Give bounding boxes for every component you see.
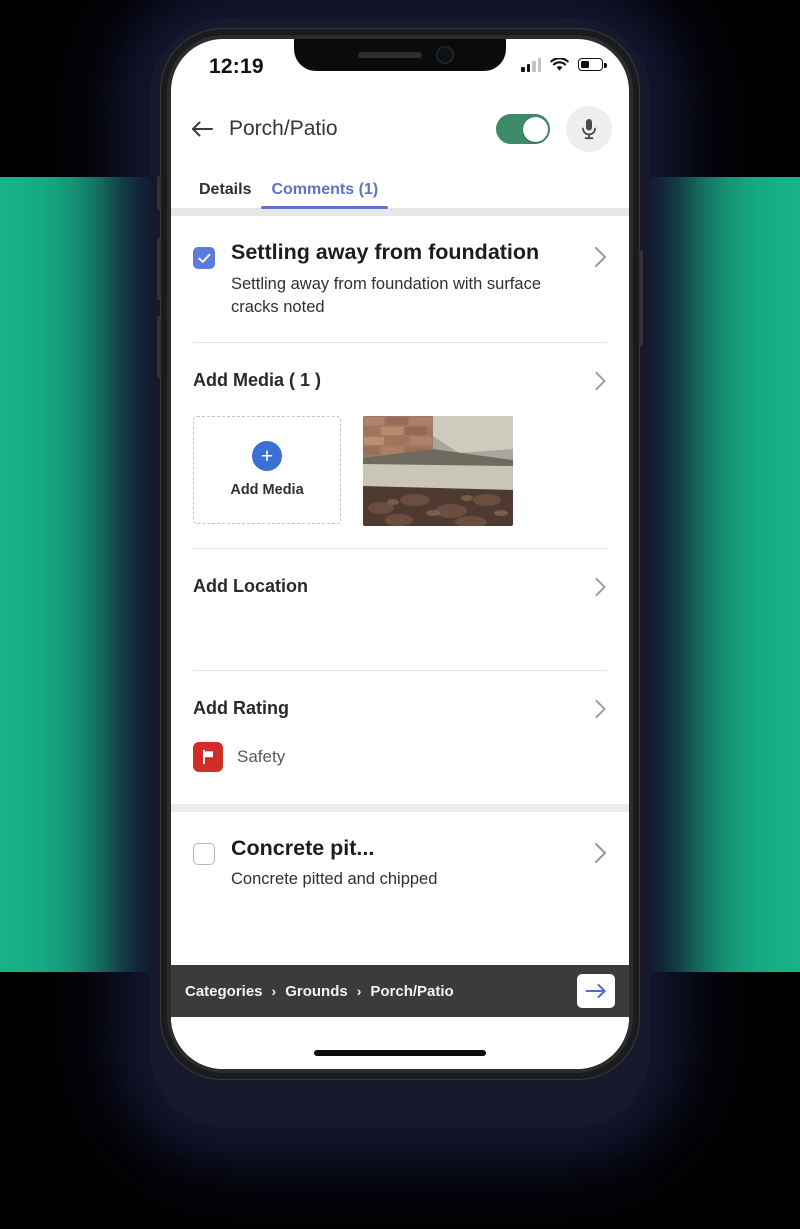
item-checkbox[interactable] — [193, 247, 215, 269]
home-indicator[interactable] — [314, 1050, 486, 1056]
section-chevron-rating[interactable] — [594, 699, 607, 724]
section-add-location[interactable]: Add Location — [171, 549, 629, 602]
phone-frame: 12:19 Porch/Patio Details Comments (1) S… — [157, 28, 643, 1080]
check-icon — [197, 253, 210, 263]
tab-bar: Details Comments (1) — [171, 161, 629, 209]
item-description: Concrete pitted and chipped — [231, 870, 438, 889]
microphone-button[interactable] — [566, 106, 612, 152]
status-indicators — [521, 57, 607, 72]
chevron-right-icon: › — [271, 983, 277, 999]
breadcrumb-item-grounds[interactable]: Grounds — [285, 983, 348, 1000]
chevron-right-icon: › — [356, 983, 362, 999]
breadcrumb-item-categories[interactable]: Categories — [185, 983, 263, 1000]
next-button[interactable] — [577, 974, 615, 1008]
chevron-right-icon — [594, 842, 607, 863]
status-time: 12:19 — [209, 55, 264, 78]
back-button[interactable] — [185, 112, 219, 146]
battery-icon — [578, 58, 607, 71]
cellular-signal-icon — [521, 57, 541, 72]
media-thumbnail[interactable] — [363, 415, 513, 526]
arrow-right-icon — [585, 984, 606, 998]
notch — [294, 39, 506, 71]
section-title-location: Add Location — [193, 575, 308, 596]
item-texts: Settling away from foundation Settling a… — [231, 240, 586, 320]
wifi-icon — [550, 57, 569, 71]
item-checkbox[interactable] — [193, 842, 215, 865]
item-title: Settling away from foundation — [231, 240, 540, 264]
rating-label: Safety — [237, 746, 286, 766]
content-scroll-area[interactable]: Settling away from foundation Settling a… — [171, 216, 629, 1069]
breadcrumb-item-porch-patio[interactable]: Porch/Patio — [370, 983, 453, 1000]
status-bar: 12:19 — [171, 39, 629, 97]
item-title: Concrete pit... — [231, 835, 375, 860]
earpiece-speaker — [358, 52, 422, 58]
tab-divider-band — [171, 209, 629, 216]
rating-row[interactable]: Safety — [171, 724, 629, 798]
section-title-media: Add Media ( 1 ) — [193, 369, 322, 390]
chevron-right-icon — [595, 577, 606, 596]
plus-icon: + — [252, 441, 282, 472]
page-title: Porch/Patio — [229, 117, 338, 140]
header-toggle[interactable] — [496, 114, 550, 144]
item-chevron[interactable] — [594, 246, 607, 273]
header-actions — [496, 106, 612, 152]
item-header-row[interactable]: Concrete pit... Concrete pitted and chip… — [171, 812, 629, 892]
media-row: + Add Media — [171, 396, 629, 526]
item-header-row[interactable]: Settling away from foundation Settling a… — [171, 216, 629, 320]
chevron-right-icon — [595, 699, 606, 718]
add-media-label: Add Media — [230, 482, 304, 499]
section-chevron-media[interactable] — [594, 371, 607, 396]
safety-flag-icon — [193, 741, 223, 772]
list-item: Settling away from foundation Settling a… — [171, 216, 629, 812]
list-item: Concrete pit... Concrete pitted and chip… — [171, 811, 629, 892]
item-description: Settling away from foundation with surfa… — [231, 274, 541, 317]
flag-icon — [203, 749, 213, 764]
chevron-right-icon — [595, 371, 606, 390]
home-indicator-area — [171, 1017, 629, 1069]
power-button[interactable] — [639, 250, 643, 346]
mute-switch[interactable] — [157, 176, 161, 210]
item-texts: Concrete pit... Concrete pitted and chip… — [231, 836, 586, 892]
phone-screen: 12:19 Porch/Patio Details Comments (1) S… — [171, 39, 629, 1069]
back-arrow-icon — [192, 121, 213, 137]
chevron-right-icon — [594, 246, 607, 268]
breadcrumb: Categories › Grounds › Porch/Patio — [171, 965, 629, 1017]
app-header: Porch/Patio — [171, 97, 629, 161]
volume-down-button[interactable] — [157, 316, 161, 378]
section-chevron-location[interactable] — [594, 577, 607, 602]
add-media-button[interactable]: + Add Media — [193, 415, 341, 524]
toggle-knob — [522, 116, 548, 142]
concrete-slab-photo — [363, 415, 513, 526]
section-gap-band — [171, 803, 629, 812]
section-add-media[interactable]: Add Media ( 1 ) — [171, 343, 629, 396]
volume-up-button[interactable] — [157, 238, 161, 300]
tab-details[interactable]: Details — [189, 181, 261, 208]
tab-comments[interactable]: Comments (1) — [261, 181, 388, 209]
section-title-rating: Add Rating — [193, 697, 289, 718]
section-add-rating[interactable]: Add Rating — [171, 671, 629, 724]
microphone-icon — [582, 119, 596, 140]
front-camera-icon — [436, 46, 454, 64]
item-chevron[interactable] — [594, 842, 607, 869]
breadcrumb-trail: Categories › Grounds › Porch/Patio — [185, 983, 577, 1000]
